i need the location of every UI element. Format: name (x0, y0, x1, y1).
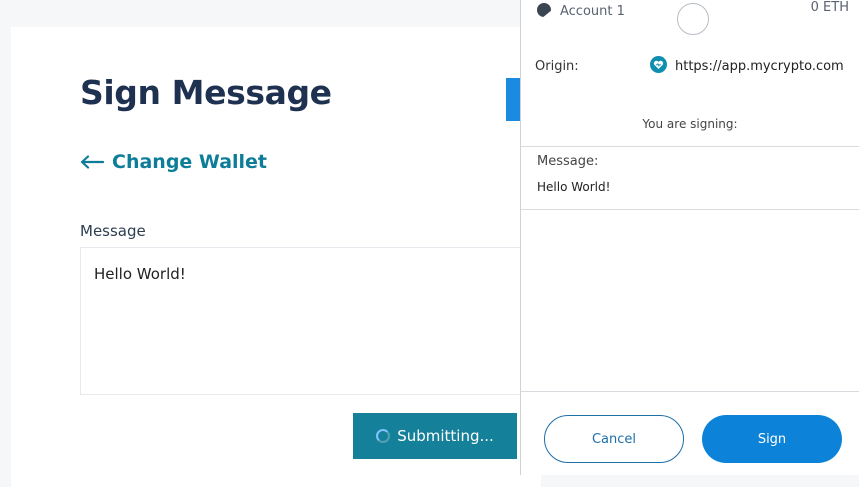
change-wallet-link[interactable]: Change Wallet (80, 151, 267, 173)
account-name: Account 1 (560, 4, 625, 19)
message-input[interactable]: Hello World! (80, 247, 530, 395)
submit-label: Submitting... (397, 427, 494, 445)
divider (521, 209, 859, 210)
signature-request-popup: Account 1 0 ETH Origin: https://app.mycr… (520, 0, 859, 475)
divider (521, 391, 859, 392)
popup-message-label: Message: (537, 154, 599, 169)
account-balance: 0 ETH (810, 0, 849, 15)
network-avatar (677, 3, 709, 35)
loading-spinner-icon (376, 429, 391, 443)
origin-label: Origin: (535, 59, 579, 74)
mycrypto-heart-icon (650, 56, 667, 73)
sign-button[interactable]: Sign (702, 415, 842, 463)
account-identicon (537, 3, 551, 17)
signing-text: You are signing: (642, 117, 738, 131)
popup-message-text: Hello World! (537, 180, 611, 194)
cancel-button[interactable]: Cancel (544, 415, 684, 463)
message-label: Message (80, 222, 146, 240)
page-title: Sign Message (80, 73, 332, 112)
divider (521, 146, 859, 147)
submitting-button[interactable]: Submitting... (353, 413, 517, 459)
change-wallet-label: Change Wallet (112, 151, 268, 173)
origin-url: https://app.mycrypto.com (675, 59, 844, 74)
arrow-left-icon (80, 155, 104, 169)
